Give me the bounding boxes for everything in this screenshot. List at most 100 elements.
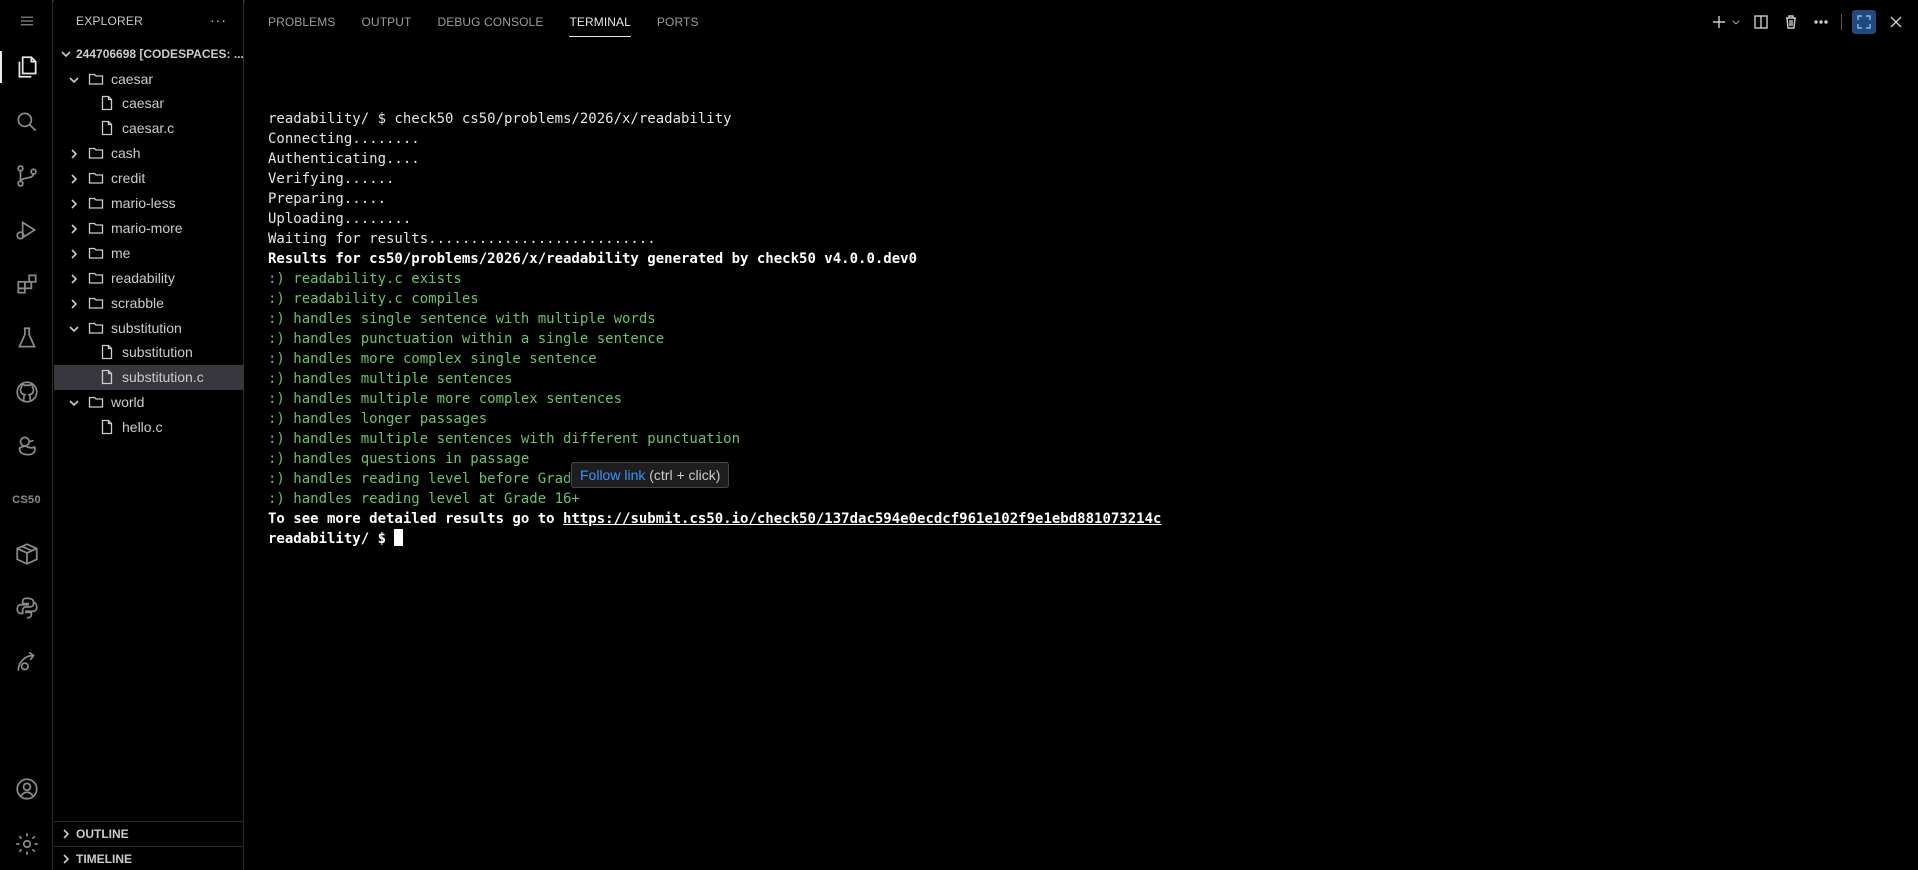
folder-item[interactable]: credit — [54, 166, 244, 191]
terminal-prompt-line[interactable]: readability/ $ — [268, 529, 1161, 549]
run-debug-icon[interactable] — [0, 208, 53, 252]
chevron-right-icon — [68, 247, 80, 259]
explorer-more-actions-icon[interactable]: ··· — [210, 12, 227, 28]
explorer-title: EXPLORER — [76, 14, 143, 28]
tree-item-label: mario-more — [111, 219, 183, 236]
terminal-line: :) handles multiple sentences — [268, 371, 513, 387]
terminal-line: Verifying...... — [268, 171, 395, 187]
kill-terminal-trash-icon[interactable] — [1781, 12, 1801, 32]
split-terminal-icon[interactable] — [1751, 12, 1771, 32]
terminal-line: :) readability.c compiles — [268, 291, 479, 307]
tree-item-label: hello.c — [122, 419, 163, 436]
folder-item[interactable]: substitution — [54, 315, 244, 340]
folder-icon — [88, 320, 104, 336]
folder-icon — [88, 295, 104, 311]
terminal-line: :) handles reading level at Grade 16+ — [268, 491, 580, 507]
packages-icon[interactable] — [0, 532, 53, 576]
follow-link-tooltip: Follow link (ctrl + click) — [571, 462, 730, 488]
folder-icon — [88, 270, 104, 286]
terminal-panel: PROBLEMS OUTPUT DEBUG CONSOLE TERMINAL PORTS… — [245, 0, 1918, 870]
terminal-line: Uploading........ — [268, 211, 412, 227]
tree-item-label: mario-less — [111, 195, 176, 211]
folder-item[interactable]: caesar — [54, 66, 244, 91]
folder-item[interactable]: cash — [54, 141, 244, 166]
folder-item[interactable]: mario-less — [54, 191, 244, 216]
chevron-down-icon — [68, 322, 80, 334]
file-item[interactable]: caesar.c — [54, 116, 244, 141]
duck-debugger-icon[interactable] — [0, 424, 53, 468]
settings-gear-icon[interactable] — [0, 822, 53, 866]
tree-item-label: scrabble — [111, 294, 164, 311]
chevron-right-icon — [68, 197, 80, 209]
chevron-right-icon — [60, 853, 72, 865]
cs50-icon[interactable]: CS50 — [0, 478, 53, 522]
file-icon — [99, 120, 115, 136]
terminal-line: :) handles multiple sentences with diffe… — [268, 431, 741, 447]
tab-problems[interactable]: PROBLEMS — [268, 8, 336, 36]
extensions-icon[interactable] — [0, 262, 53, 306]
panel-actions — [1709, 10, 1906, 34]
file-item[interactable]: substitution — [54, 340, 244, 365]
source-control-icon[interactable] — [0, 154, 53, 198]
folder-item[interactable]: readability — [54, 265, 244, 290]
more-actions-icon[interactable] — [1811, 12, 1831, 32]
folder-icon — [88, 245, 104, 261]
file-icon — [99, 95, 115, 111]
timeline-section[interactable]: TIMELINE — [54, 846, 244, 870]
folder-icon — [88, 170, 104, 186]
folder-icon — [88, 220, 104, 236]
folder-item[interactable]: scrabble — [54, 290, 244, 315]
testing-icon[interactable] — [0, 316, 53, 360]
follow-link-text[interactable]: Follow link — [580, 467, 645, 483]
terminal-line: :) handles longer passages — [268, 411, 488, 427]
tree-item-label: me — [111, 244, 131, 261]
tree-item-label: cash — [111, 145, 141, 162]
close-panel-icon[interactable] — [1886, 12, 1906, 32]
tree-item-label: substitution — [122, 344, 193, 361]
tree-item-label: substitution.c — [122, 369, 204, 386]
remote-explorer-icon[interactable] — [0, 640, 53, 684]
file-item[interactable]: caesar — [54, 91, 244, 116]
cs50-label: CS50 — [12, 494, 41, 506]
tab-output[interactable]: OUTPUT — [362, 8, 412, 36]
tree-item-label: world — [111, 394, 145, 411]
results-prefix: To see more detailed results go to — [268, 511, 564, 527]
tree-item-label: caesar — [122, 95, 165, 112]
new-terminal-icon[interactable] — [1709, 12, 1729, 32]
account-icon[interactable] — [0, 767, 53, 811]
folder-icon — [88, 394, 104, 410]
file-item[interactable]: substitution.c — [54, 364, 244, 390]
results-link[interactable]: https://submit.cs50.io/check50/137dac594… — [563, 511, 1161, 527]
workspace-name: 244706698 [CODESPACES: ... — [76, 47, 244, 61]
explorer-header: EXPLORER ··· — [54, 0, 243, 42]
file-icon — [99, 369, 115, 385]
workspace-root[interactable]: 244706698 [CODESPACES: ... — [54, 44, 244, 64]
terminal-prompt: readability/ $ — [268, 531, 395, 547]
menu-icon[interactable] — [0, 0, 53, 42]
file-item[interactable]: hello.c — [54, 415, 244, 440]
tab-ports[interactable]: PORTS — [657, 8, 699, 36]
search-icon[interactable] — [0, 100, 53, 144]
folder-item[interactable]: world — [54, 390, 244, 415]
explorer-icon[interactable] — [0, 45, 53, 89]
terminal-line: Authenticating.... — [268, 151, 420, 167]
tree-item-label: caesar — [111, 70, 154, 87]
folder-item[interactable]: me — [54, 240, 244, 265]
chevron-right-icon — [68, 147, 80, 159]
folder-item[interactable]: mario-more — [54, 215, 244, 240]
terminal-line: Connecting........ — [268, 131, 420, 147]
tab-terminal[interactable]: TERMINAL — [569, 8, 632, 37]
activity-bar: CS50 — [0, 0, 53, 870]
terminal-cursor — [394, 529, 404, 546]
chevron-down-icon[interactable] — [1731, 12, 1741, 32]
python-icon[interactable] — [0, 586, 53, 630]
panel-tabs: PROBLEMS OUTPUT DEBUG CONSOLE TERMINAL PORTS — [268, 8, 725, 37]
maximize-panel-icon[interactable] — [1852, 10, 1876, 34]
explorer-sidebar: EXPLORER ··· 244706698 [CODESPACES: ... … — [54, 0, 244, 870]
github-icon[interactable] — [0, 370, 53, 414]
chevron-right-icon — [68, 172, 80, 184]
terminal-line: :) handles more complex single sentence — [268, 351, 597, 367]
tab-debug-console[interactable]: DEBUG CONSOLE — [437, 8, 543, 36]
outline-section[interactable]: OUTLINE — [54, 821, 244, 845]
outline-label: OUTLINE — [76, 826, 129, 841]
